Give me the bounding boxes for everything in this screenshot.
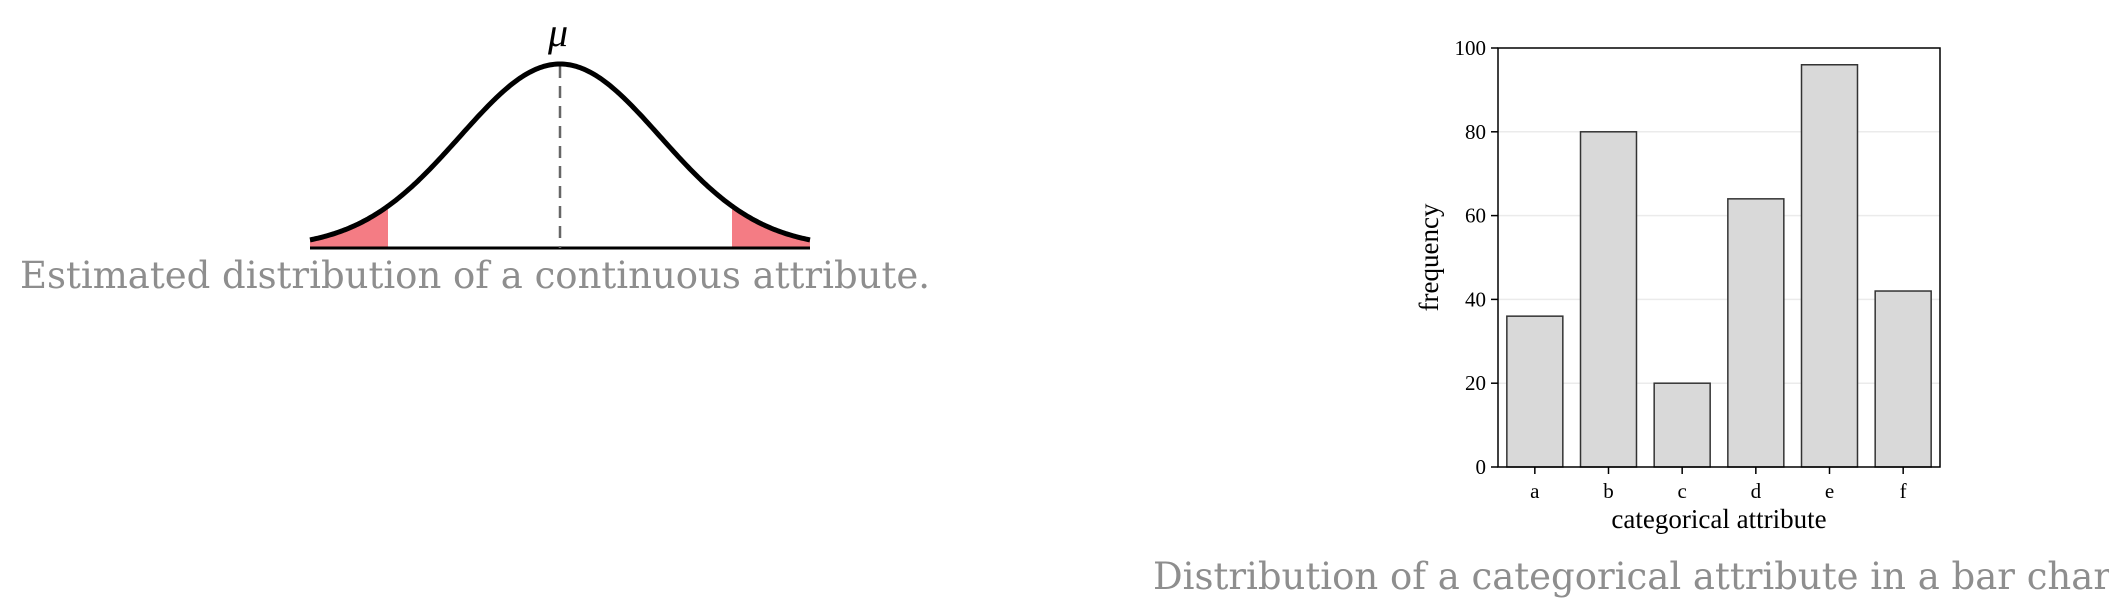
x-tick-label: b <box>1603 479 1614 503</box>
x-axis-ticks: a b c d e f <box>1530 467 1907 503</box>
y-axis-label: frequency <box>1414 203 1444 311</box>
y-tick-label: 20 <box>1465 371 1486 395</box>
x-tick-label: c <box>1678 479 1687 503</box>
x-tick-label: d <box>1751 479 1762 503</box>
bar-e <box>1800 64 1859 468</box>
y-tick-label: 80 <box>1465 120 1486 144</box>
y-axis-ticks: 0 20 40 60 80 100 <box>1455 36 1498 479</box>
x-tick-label: f <box>1900 479 1907 503</box>
mean-label: μ <box>547 10 568 55</box>
grid-lines <box>1498 131 1940 384</box>
x-axis-label: categorical attribute <box>1611 504 1826 534</box>
bar-chart-figure: 0 20 40 60 80 100 a b c d e f categorical attribut… <box>1400 20 1960 540</box>
y-tick-label: 40 <box>1465 287 1486 311</box>
x-tick-label: e <box>1825 479 1834 503</box>
y-tick-label: 60 <box>1465 204 1486 228</box>
y-tick-label: 0 <box>1476 455 1487 479</box>
bars <box>1506 64 1932 468</box>
bar-f <box>1874 290 1932 468</box>
bar-a <box>1506 315 1564 468</box>
right-caption: Distribution of a categorical attribute … <box>1153 555 2109 598</box>
x-tick-label: a <box>1530 479 1540 503</box>
bar-c <box>1653 382 1711 468</box>
plot-frame <box>1497 47 1941 468</box>
bar-d <box>1727 198 1785 468</box>
bar-b <box>1579 131 1638 468</box>
left-caption: Estimated distribution of a continuous a… <box>20 254 930 297</box>
y-tick-label: 100 <box>1455 36 1487 60</box>
bar-chart: 0 20 40 60 80 100 a b c d e f categorical attribut… <box>1414 36 1941 534</box>
